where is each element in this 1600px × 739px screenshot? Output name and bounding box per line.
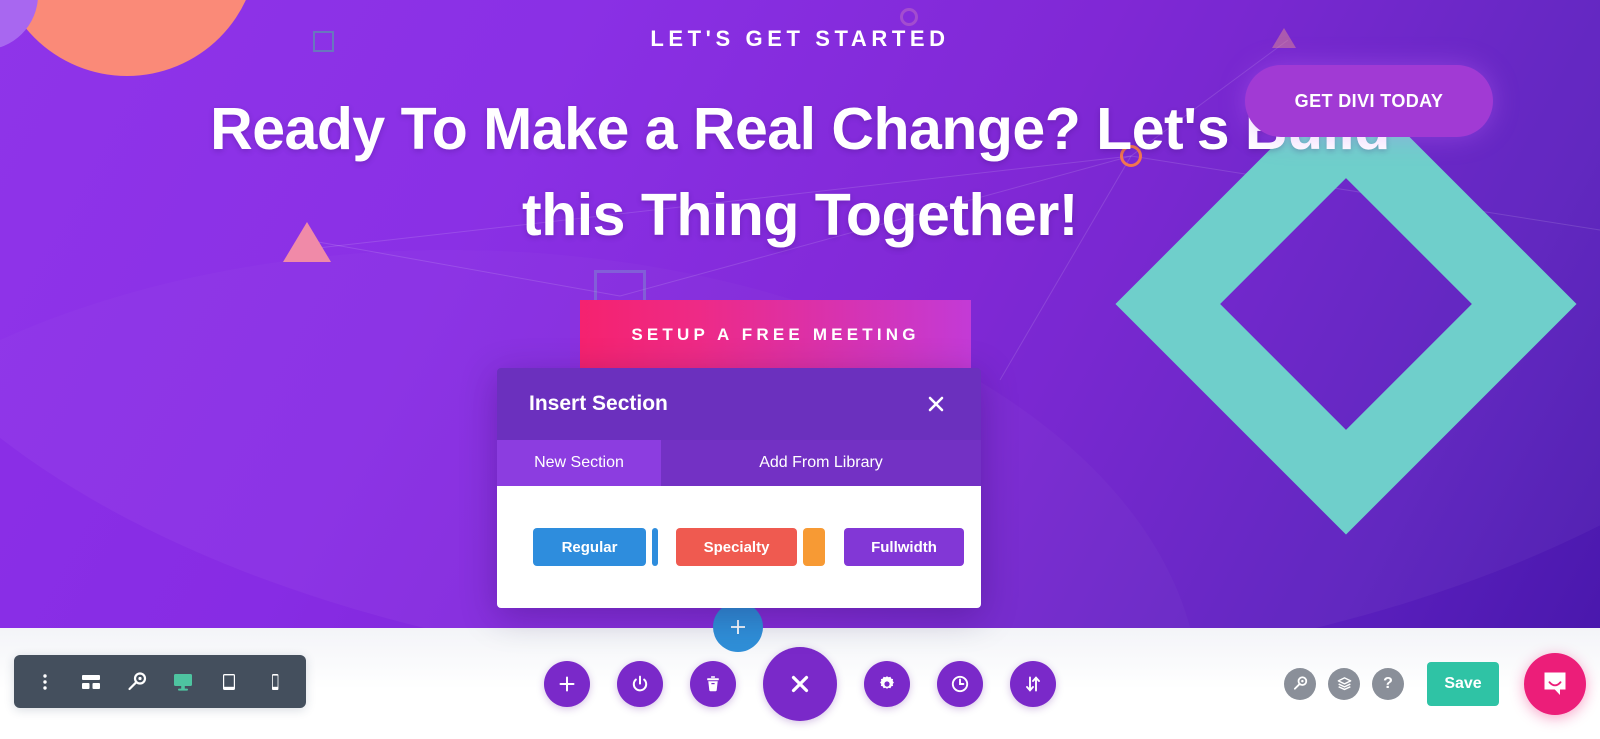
- close-icon: [928, 396, 944, 412]
- section-type-fullwidth[interactable]: Fullwidth: [844, 528, 964, 566]
- hero-headline: Ready To Make a Real Change? Let's Build…: [210, 96, 1390, 248]
- tablet-icon-button[interactable]: [206, 659, 252, 705]
- builder-utility-toolbar: ? Save: [1284, 628, 1586, 739]
- modal-tab-bar: New Section Add From Library: [497, 440, 981, 486]
- power-icon: [632, 675, 648, 691]
- wireframe-icon-button[interactable]: [68, 659, 114, 705]
- zoom-out-icon: [128, 671, 147, 690]
- view-mode-toolbar: [14, 655, 306, 708]
- section-type-clipped-orange[interactable]: [803, 528, 825, 566]
- trash-icon: [707, 675, 719, 691]
- plus-icon: [559, 676, 575, 691]
- save-button[interactable]: Save: [1427, 661, 1499, 706]
- add-section-button[interactable]: [544, 660, 590, 707]
- menu-dots-icon-button[interactable]: [22, 659, 68, 705]
- help-icon: ?: [1383, 674, 1393, 692]
- empty-trash-button[interactable]: [690, 660, 736, 707]
- section-type-specialty[interactable]: Specialty: [676, 528, 797, 566]
- plus-icon: [731, 620, 745, 634]
- section-type-regular-clipped[interactable]: [652, 528, 658, 566]
- phone-icon: [272, 673, 279, 690]
- wireframe-icon: [82, 674, 100, 689]
- portability-button[interactable]: [1010, 660, 1056, 707]
- toggle-builder-button[interactable]: [617, 660, 663, 707]
- tablet-icon: [223, 673, 235, 690]
- insert-section-modal: Insert Section New Section Add From Libr…: [497, 368, 981, 608]
- gear-icon: [880, 675, 894, 689]
- modal-close-button[interactable]: [921, 389, 951, 419]
- tab-add-from-library[interactable]: Add From Library: [661, 440, 981, 486]
- menu-dots-icon: [43, 673, 47, 690]
- editing-history-button[interactable]: [937, 660, 983, 707]
- sort-arrows-icon: [1026, 675, 1040, 692]
- close-icon: [791, 675, 809, 692]
- search-button[interactable]: [1284, 667, 1316, 700]
- layers-icon: [1337, 677, 1351, 691]
- desktop-icon: [174, 673, 192, 691]
- desktop-icon-button[interactable]: [160, 659, 206, 705]
- add-new-section-button[interactable]: [713, 602, 763, 652]
- clock-icon: [951, 675, 969, 692]
- help-button[interactable]: ?: [1372, 667, 1404, 700]
- page-settings-button[interactable]: [864, 660, 910, 707]
- builder-bottom-bar: ? Save: [0, 628, 1600, 739]
- divi-builder-page: LET'S GET STARTED Ready To Make a Real C…: [0, 0, 1600, 739]
- setup-free-meeting-button[interactable]: SETUP A FREE MEETING: [580, 300, 971, 370]
- chat-bubble-icon: [1544, 672, 1566, 695]
- get-divi-today-button[interactable]: GET DIVI TODAY: [1245, 65, 1493, 137]
- tab-new-section[interactable]: New Section: [497, 440, 661, 486]
- hero-eyebrow: LET'S GET STARTED: [650, 26, 950, 51]
- close-settings-menu-button[interactable]: [763, 646, 837, 721]
- faint-circle-decoration: [900, 8, 918, 26]
- modal-body: Regular Specialty Fullwidth: [497, 486, 981, 608]
- modal-title: Insert Section: [529, 392, 668, 415]
- section-type-regular[interactable]: Regular: [533, 528, 646, 566]
- search-icon: [1293, 676, 1307, 690]
- zoom-out-icon-button[interactable]: [114, 659, 160, 705]
- phone-icon-button[interactable]: [252, 659, 298, 705]
- modal-header: Insert Section: [497, 368, 981, 440]
- open-chat-button[interactable]: [1524, 652, 1586, 715]
- layers-button[interactable]: [1328, 667, 1360, 700]
